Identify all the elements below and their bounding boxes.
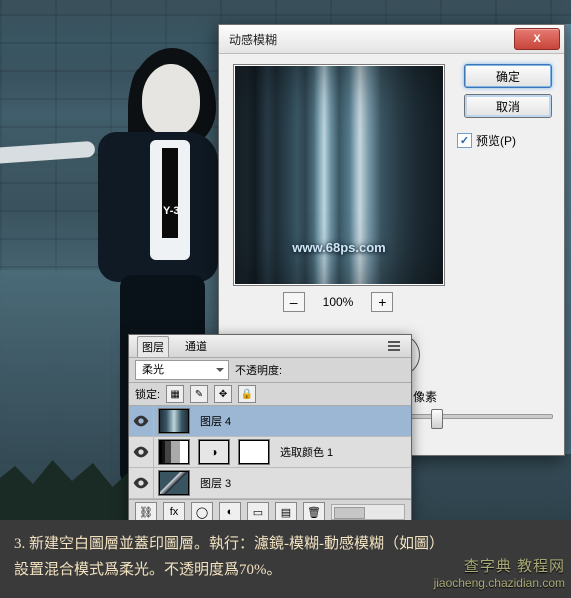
layers-tabbar: 图层 通道 [129, 335, 411, 358]
layer-thumbnail[interactable] [158, 408, 190, 434]
lock-row: 锁定: ▦ ✎ ✥ 🔒 [129, 383, 411, 406]
tab-layers[interactable]: 图层 [137, 336, 169, 357]
adjustment-layer-icon[interactable]: ◐ [219, 502, 241, 522]
minus-icon: – [290, 295, 298, 309]
lock-all-icon[interactable]: 🔒 [238, 385, 256, 403]
zoom-level: 100% [323, 295, 354, 309]
eye-icon [133, 415, 149, 427]
layers-panel: 图层 通道 柔光 不透明度: 锁定: ▦ ✎ ✥ 🔒 图层 4 ◑ 选取颜色 1 [128, 334, 412, 525]
lock-label: 锁定: [135, 386, 160, 402]
layer-list: 图层 4 ◑ 选取颜色 1 图层 3 [129, 406, 411, 499]
layer-thumbnail[interactable] [158, 470, 190, 496]
panel-menu-icon[interactable] [385, 338, 403, 354]
slider-thumb[interactable] [431, 409, 443, 429]
effect-preview[interactable]: www.68ps.com [233, 64, 445, 286]
lock-position-icon[interactable]: ✥ [214, 385, 232, 403]
eye-icon [133, 477, 149, 489]
new-layer-icon[interactable]: ▤ [275, 502, 297, 522]
cancel-button[interactable]: 取消 [464, 94, 552, 118]
layer-name[interactable]: 选取颜色 1 [280, 444, 411, 460]
close-button[interactable]: X [514, 28, 560, 50]
fx-icon[interactable]: fx [163, 502, 185, 522]
plus-icon: + [378, 295, 386, 309]
tie-label: Y-3 [163, 205, 180, 217]
layer-row[interactable]: 图层 3 [129, 468, 411, 499]
layer-thumbnail[interactable] [158, 439, 190, 465]
watermark-brand: 查字典 教程网 [434, 557, 565, 577]
zoom-out-button[interactable]: – [283, 292, 305, 312]
dialog-titlebar[interactable]: 动感模糊 X [219, 25, 564, 54]
step-number: 3. [14, 536, 25, 552]
delete-layer-icon[interactable]: 🗑 [303, 502, 325, 522]
tab-channels[interactable]: 通道 [181, 336, 211, 356]
visibility-toggle[interactable] [129, 468, 154, 498]
link-layers-icon[interactable]: ⛓ [135, 502, 157, 522]
blend-mode-select[interactable]: 柔光 [135, 360, 229, 380]
layer-row[interactable]: 图层 4 [129, 406, 411, 437]
lock-pixels-icon[interactable]: ✎ [190, 385, 208, 403]
zoom-in-button[interactable]: + [371, 292, 393, 312]
visibility-toggle[interactable] [129, 406, 154, 436]
opacity-label: 不透明度: [235, 362, 282, 378]
preview-watermark: www.68ps.com [292, 240, 385, 255]
layer-name[interactable]: 图层 3 [200, 475, 411, 491]
group-icon[interactable]: ▭ [247, 502, 269, 522]
mask-icon[interactable]: ◯ [191, 502, 213, 522]
footer-scrollbar[interactable] [331, 504, 405, 520]
layers-options-row: 柔光 不透明度: [129, 358, 411, 383]
distance-unit: 像素 [413, 388, 437, 405]
dialog-title: 动感模糊 [229, 31, 277, 48]
zoom-bar: – 100% + [233, 292, 443, 312]
caption-line-1: 新建空白圖層並蓋印圖層。執行：濾鏡-模糊-動感模糊（如圖） [29, 536, 444, 552]
layer-name[interactable]: 图层 4 [200, 413, 411, 429]
preview-checkbox[interactable]: ✓ [457, 133, 472, 148]
preview-checkbox-row: ✓ 预览(P) [457, 132, 516, 149]
close-icon: X [533, 33, 540, 45]
layer-row[interactable]: ◑ 选取颜色 1 [129, 437, 411, 468]
site-watermark: 查字典 教程网 jiaocheng.chazidian.com [434, 557, 565, 592]
mask-thumbnail[interactable] [238, 439, 270, 465]
ok-button[interactable]: 确定 [464, 64, 552, 88]
watermark-url: jiaocheng.chazidian.com [434, 576, 565, 592]
lock-transparent-icon[interactable]: ▦ [166, 385, 184, 403]
eye-icon [133, 446, 149, 458]
visibility-toggle[interactable] [129, 437, 154, 467]
preview-checkbox-label: 预览(P) [476, 132, 516, 149]
adjustment-icon[interactable]: ◑ [198, 439, 230, 465]
